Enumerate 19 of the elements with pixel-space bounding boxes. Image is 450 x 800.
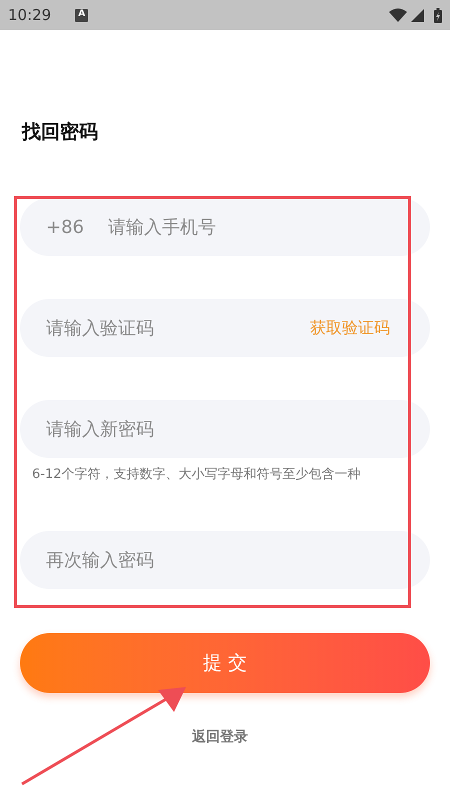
text-field[interactable]: +86 请输入手机号 — [20, 198, 430, 256]
input-field[interactable]: 再次输入密码 — [46, 546, 390, 574]
text-field[interactable]: 请输入新密码 — [20, 400, 430, 458]
country-code[interactable]: +86 — [46, 214, 84, 240]
signal-icon — [411, 8, 424, 22]
input-field[interactable]: 请输入手机号 — [108, 214, 390, 240]
password-hint: 6-12个字符，支持数字、大小写字母和符号至少包含一种 — [31, 466, 362, 484]
submit-button[interactable]: 提 交 — [20, 633, 430, 693]
status-time: 10:29 — [8, 4, 52, 26]
text-field[interactable]: 再次输入密码 — [20, 531, 430, 589]
back-to-login-link[interactable]: 返回登录 — [192, 727, 248, 748]
input-field[interactable]: 请输入验证码 — [46, 314, 310, 342]
wifi-icon — [389, 8, 407, 22]
page-title: 找回密码 — [22, 120, 99, 145]
text-field[interactable]: 请输入验证码 获取验证码 — [20, 299, 430, 357]
input-field[interactable]: 请输入新密码 — [46, 416, 390, 442]
notification-icon: A — [75, 8, 88, 22]
get-code-button[interactable]: 获取验证码 — [310, 316, 390, 340]
battery-icon — [434, 8, 442, 22]
